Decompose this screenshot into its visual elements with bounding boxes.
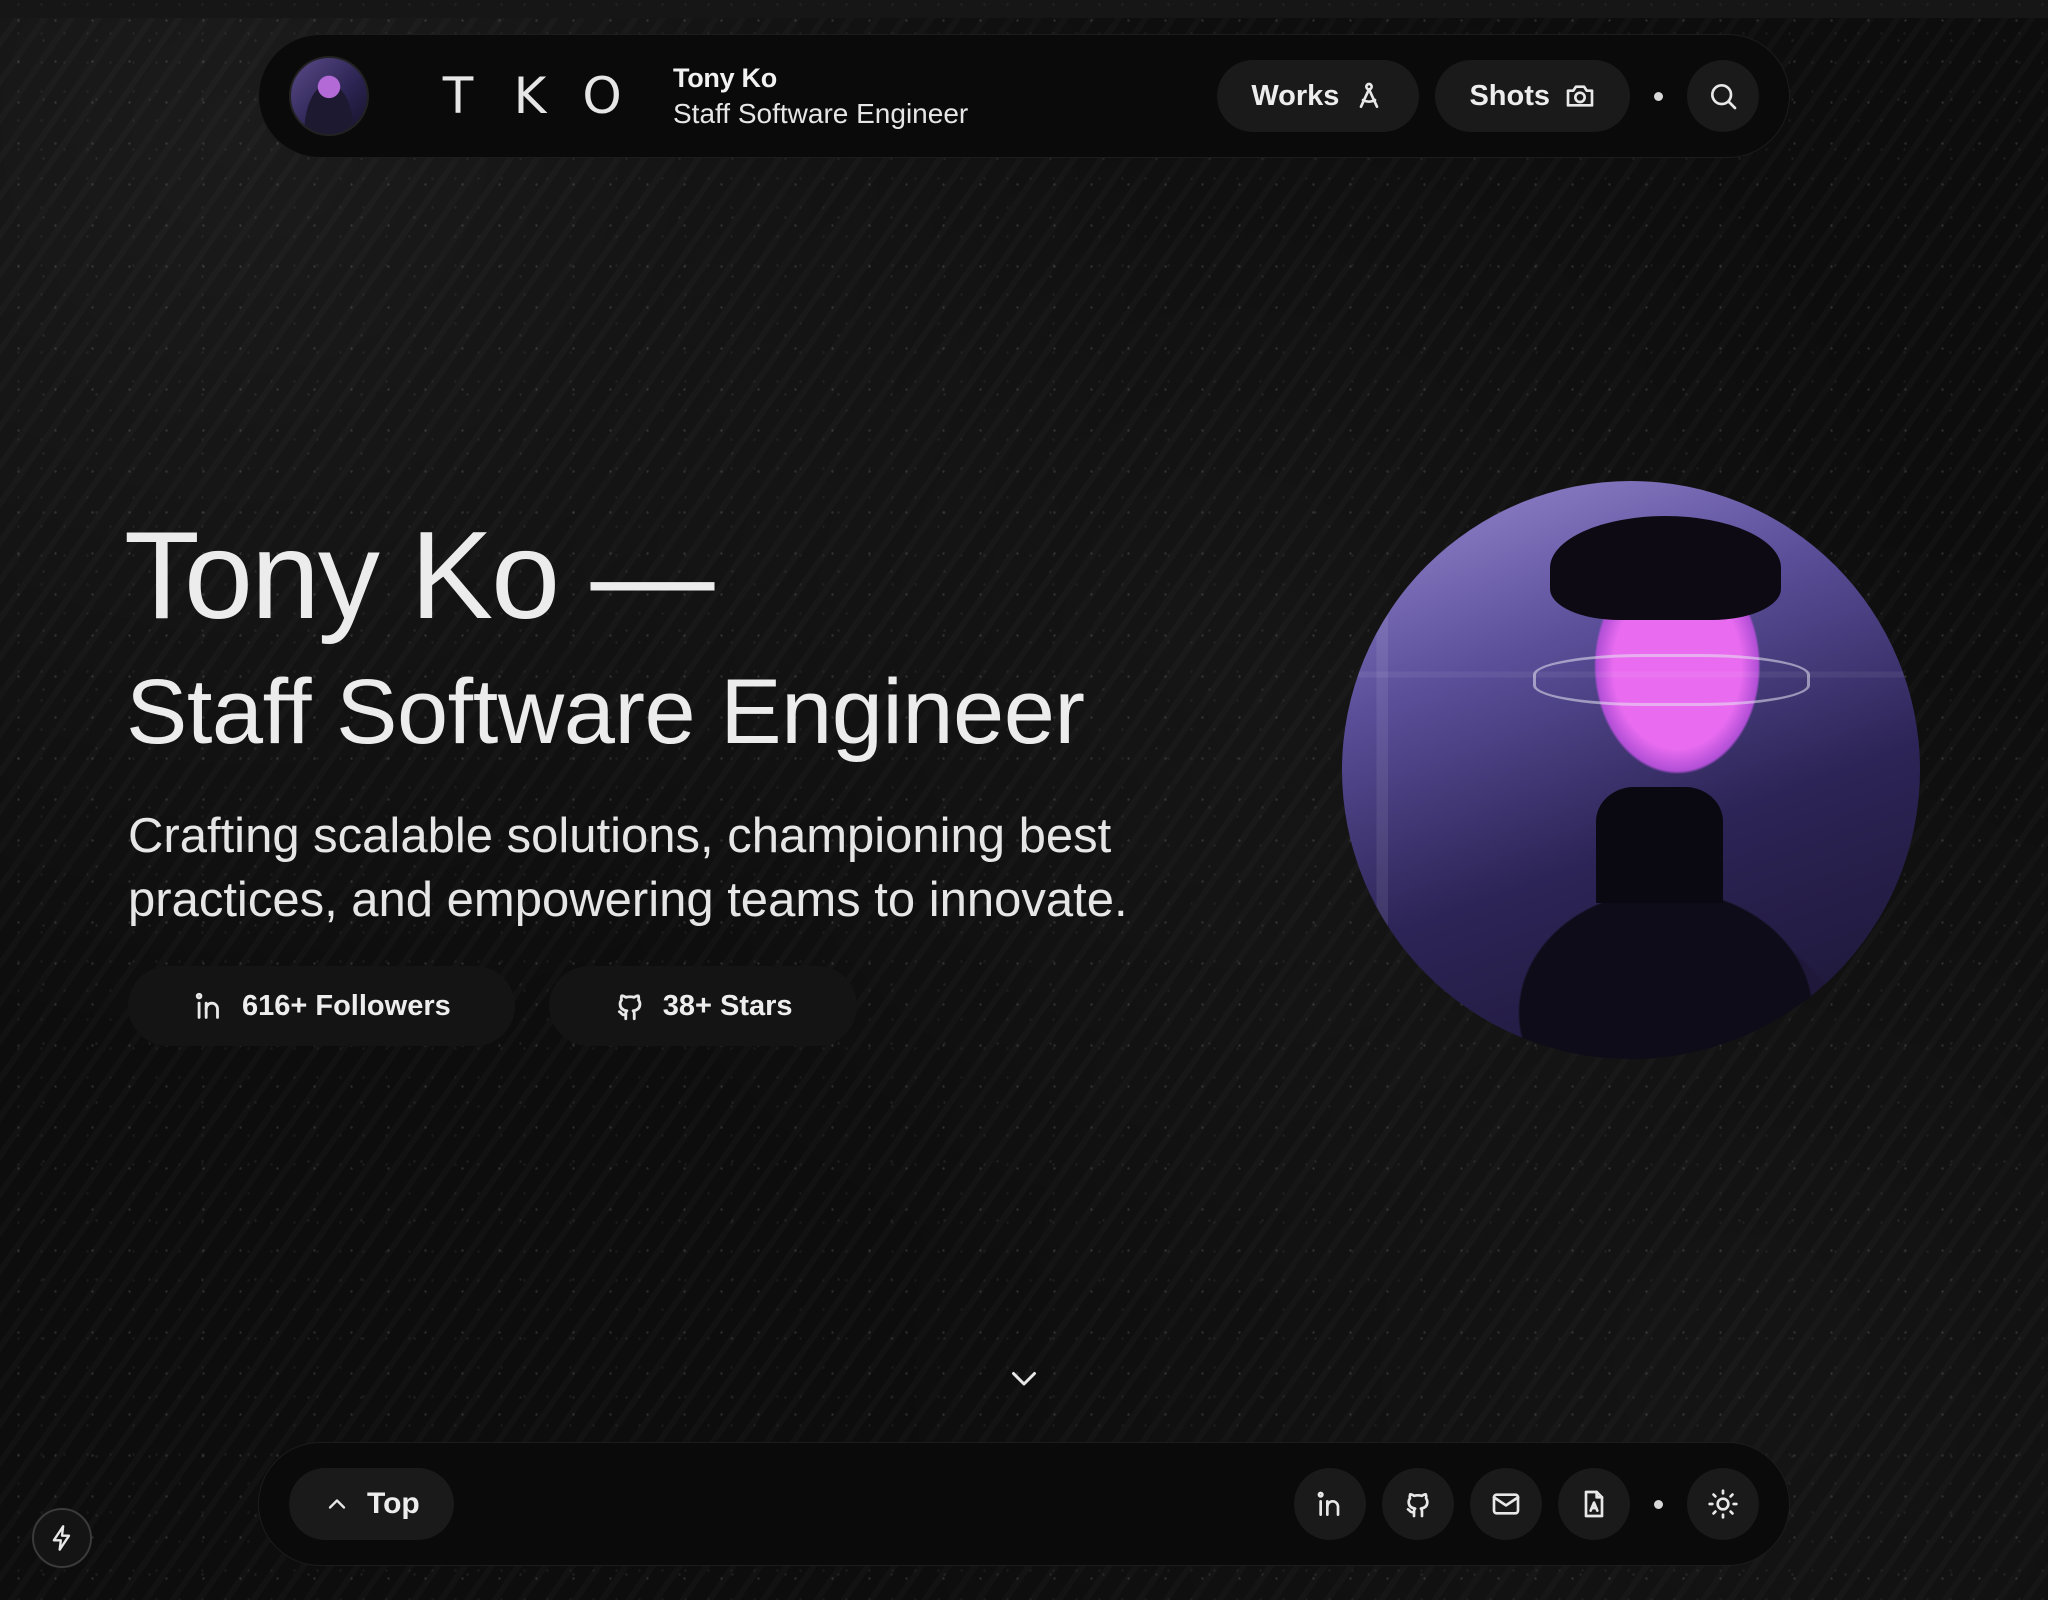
main-nav: Works Shots: [1217, 60, 1759, 132]
search-icon: [1711, 84, 1737, 110]
dock-separator: [1654, 1499, 1663, 1509]
header-name: Tony Ko: [673, 62, 777, 93]
shots-button[interactable]: Shots: [1435, 60, 1630, 132]
resume-file-icon: [1584, 1490, 1604, 1518]
linkedin-followers-button[interactable]: 616+ Followers: [128, 966, 515, 1046]
theme-toggle-button[interactable]: [1687, 1468, 1759, 1540]
lightning-bolt-icon: [52, 1525, 71, 1551]
logo-letter: K: [513, 67, 547, 125]
github-icon: [617, 994, 642, 1021]
linkedin-link[interactable]: [1294, 1468, 1366, 1540]
followers-label: 616+ Followers: [242, 989, 451, 1022]
github-stars-button[interactable]: 38+ Stars: [548, 966, 857, 1046]
github-link[interactable]: [1382, 1468, 1454, 1540]
stars-label: 38+ Stars: [662, 989, 793, 1022]
chevron-up-icon: [328, 1499, 346, 1509]
hero-role: Staff Software Engineer: [126, 661, 1085, 763]
linkedin-icon: [1317, 1491, 1340, 1516]
shots-label: Shots: [1469, 79, 1550, 112]
site-logo[interactable]: T K O: [431, 67, 629, 125]
hero-title: Tony Ko —: [124, 507, 714, 645]
dock-actions: [1294, 1468, 1759, 1540]
identity: Tony Ko Staff Software Engineer: [673, 63, 968, 130]
portrait-hair: [1550, 515, 1782, 620]
chevron-down-icon: [1012, 1372, 1036, 1386]
linkedin-icon: [195, 992, 219, 1019]
mail-icon: [1492, 1493, 1520, 1515]
profile-portrait: [1342, 481, 1920, 1059]
works-label: Works: [1251, 79, 1340, 112]
logo-letter: O: [582, 67, 622, 125]
top-strip: [0, 0, 2048, 18]
back-to-top-button[interactable]: Top: [289, 1468, 454, 1540]
search-button[interactable]: [1687, 60, 1759, 132]
sun-icon: [1708, 1489, 1738, 1519]
works-button[interactable]: Works: [1217, 60, 1420, 132]
top-label: Top: [367, 1487, 420, 1520]
resume-link[interactable]: [1558, 1468, 1630, 1540]
portrait-glasses: [1532, 654, 1811, 707]
portrait-turtleneck: [1596, 787, 1724, 903]
nav-separator: [1654, 91, 1663, 101]
logo-letter: T: [442, 67, 474, 125]
avatar[interactable]: [289, 56, 369, 136]
stats-row: 616+ Followers 38+ Stars: [128, 966, 857, 1046]
hero-tagline: Crafting scalable solutions, championing…: [128, 809, 1128, 927]
site-header: T K O Tony Ko Staff Software Engineer Wo…: [258, 34, 1790, 158]
header-role: Staff Software Engineer: [673, 97, 969, 129]
scroll-down-button[interactable]: [1004, 1358, 1044, 1398]
compass-drafting-icon: [1360, 82, 1379, 108]
github-icon: [1406, 1493, 1429, 1518]
quick-action-button[interactable]: [32, 1508, 92, 1568]
bottom-dock: Top: [258, 1442, 1790, 1566]
email-link[interactable]: [1470, 1468, 1542, 1540]
camera-icon: [1566, 85, 1594, 107]
